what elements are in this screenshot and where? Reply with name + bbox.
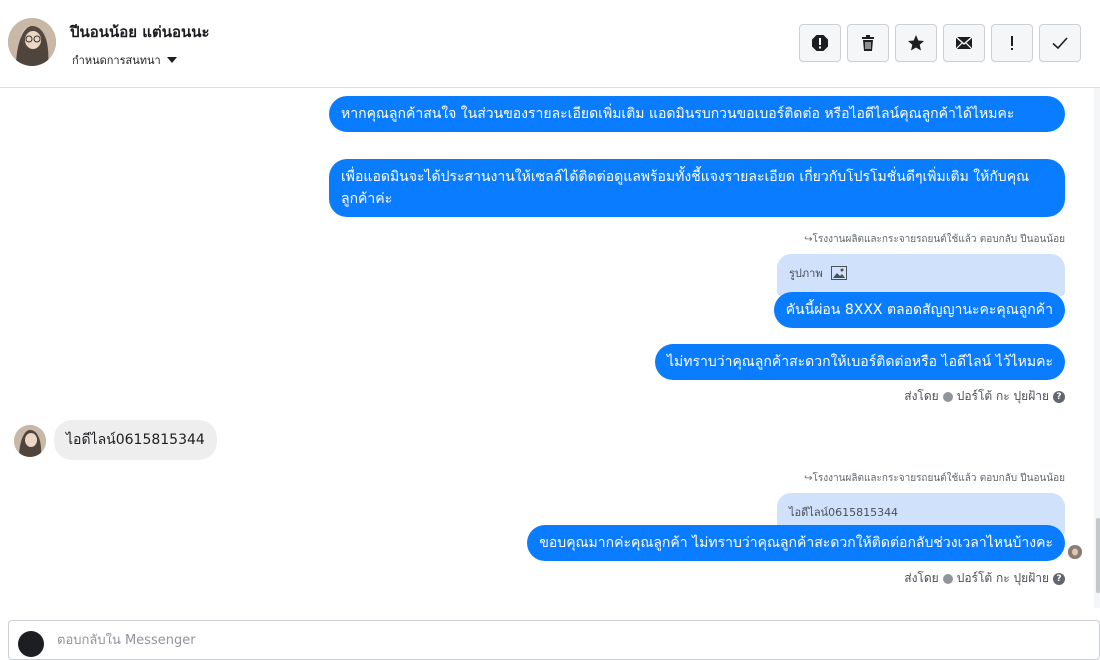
quoted-text: รูปภาพ <box>789 266 823 280</box>
sent-by-label: ส่งโดย ปอร์โต้ กะ ปุยฝ้าย ? <box>904 387 1065 406</box>
verified-icon <box>942 391 953 402</box>
mark-unread-button[interactable] <box>943 24 985 62</box>
message-text: คันนี้ผ่อน 8XXX ตลอดสัญญานะคะคุณลูกค้า <box>785 302 1053 318</box>
contact-name[interactable]: ปีนอนน้อย แต่นอนนะ <box>70 20 210 44</box>
image-icon <box>830 265 847 280</box>
exclamation-icon <box>1011 36 1013 50</box>
message-text: ไม่ทราบว่าคุณลูกค้าสะดวกให้เบอร์ติดต่อหร… <box>666 354 1053 370</box>
outgoing-message[interactable]: ขอบคุณมากค่ะคุณลูกค้า ไม่ทราบว่าคุณลูกค้… <box>527 525 1065 561</box>
seen-avatar <box>1068 545 1082 559</box>
help-icon[interactable]: ? <box>1053 390 1065 403</box>
outgoing-message[interactable]: ไม่ทราบว่าคุณลูกค้าสะดวกให้เบอร์ติดต่อหร… <box>654 344 1065 380</box>
sender-name: ปอร์โต้ กะ ปุยฝ้าย <box>956 571 1049 585</box>
reply-context-note: ↪โรงงานผลิตและกระจายรถยนต์ใช้แล้ว ตอบกลั… <box>804 473 1065 484</box>
conversation-header: ปีนอนน้อย แต่นอนนะ กำหนดการสนทนา <box>0 0 1100 88</box>
caret-down-icon <box>166 57 177 63</box>
envelope-icon <box>955 36 973 50</box>
outgoing-message[interactable]: หากคุณลูกค้าสนใจ ในส่วนของรายละเอียดเพิ่… <box>329 96 1065 132</box>
reply-arrow-icon: ↪ <box>804 234 813 245</box>
outgoing-message[interactable]: เพื่อแอดมินจะได้ประสานงานให้เซลล์ได้ติดต… <box>329 159 1065 217</box>
mark-done-button[interactable] <box>1039 24 1081 62</box>
incoming-message[interactable]: ไอดีไลน์0615815344 <box>54 420 217 460</box>
help-icon[interactable]: ? <box>1053 572 1065 585</box>
reply-arrow-icon: ↪ <box>804 473 813 484</box>
message-text: เพื่อแอดมินจะได้ประสานงานให้เซลล์ได้ติดต… <box>341 169 1030 207</box>
scrollbar-thumb[interactable] <box>1096 518 1100 593</box>
mark-spam-button[interactable] <box>799 24 841 62</box>
quoted-text: ไอดีไลน์0615815344 <box>789 505 899 519</box>
sender-name: ปอร์โต้ กะ ปุยฝ้าย <box>956 389 1049 403</box>
reply-context-note: ↪โรงงานผลิตและกระจายรถยนต์ใช้แล้ว ตอบกลั… <box>804 234 1065 245</box>
quoted-message[interactable]: รูปภาพ <box>777 254 1065 296</box>
contact-avatar-small <box>14 425 46 457</box>
reply-composer[interactable] <box>8 620 1100 660</box>
message-text: ไอดีไลน์0615815344 <box>66 432 205 448</box>
trash-icon <box>862 35 874 51</box>
page-avatar-icon <box>18 631 44 657</box>
check-icon <box>1052 37 1068 50</box>
message-text: หากคุณลูกค้าสนใจ ในส่วนของรายละเอียดเพิ่… <box>341 106 1015 122</box>
assign-label: กำหนดการสนทนา <box>72 54 161 67</box>
conversation-actions <box>799 24 1081 62</box>
sent-by-label: ส่งโดย ปอร์โต้ กะ ปุยฝ้าย ? <box>904 569 1065 588</box>
message-text: ขอบคุณมากค่ะคุณลูกค้า ไม่ทราบว่าคุณลูกค้… <box>539 535 1053 551</box>
star-icon <box>908 35 924 51</box>
assign-conversation-dropdown[interactable]: กำหนดการสนทนา <box>72 51 177 69</box>
outgoing-message[interactable]: คันนี้ผ่อน 8XXX ตลอดสัญญานะคะคุณลูกค้า <box>773 292 1065 328</box>
delete-button[interactable] <box>847 24 889 62</box>
message-thread: หากคุณลูกค้าสนใจ ในส่วนของรายละเอียดเพิ่… <box>0 88 1100 608</box>
mark-important-button[interactable] <box>991 24 1033 62</box>
contact-avatar[interactable] <box>8 18 56 66</box>
star-button[interactable] <box>895 24 937 62</box>
verified-icon <box>942 573 953 584</box>
spam-icon <box>812 35 828 51</box>
thread-scrollbar[interactable] <box>1094 88 1100 608</box>
